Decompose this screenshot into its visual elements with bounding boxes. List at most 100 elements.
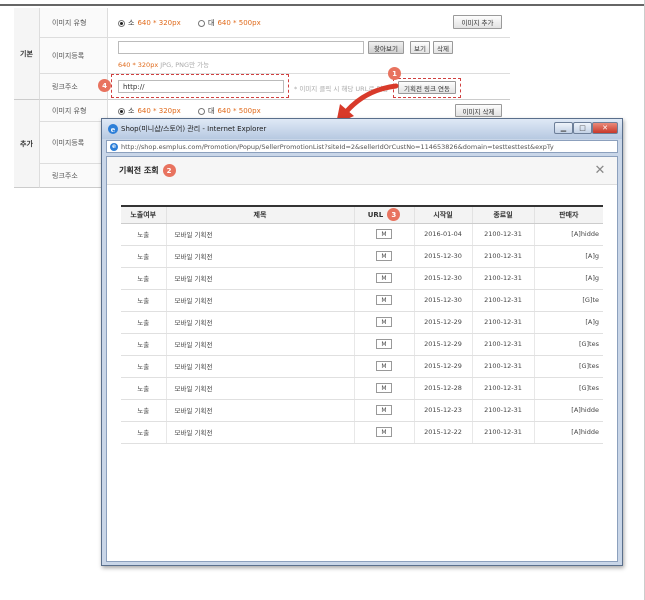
cell-status: 노출 — [121, 223, 166, 246]
col-title: 제목 — [165, 205, 354, 224]
table-row[interactable]: 노출 모바일 기획전 M 2015-12-23 2100-12-31 [A]hidde — [121, 399, 603, 422]
radio-large-prefix-2: 대 — [208, 107, 215, 115]
popup-title: 기획전 조회 — [119, 166, 159, 175]
table-row[interactable]: 노출 모바일 기획전 M 2015-12-29 2100-12-31 [G]tes — [121, 333, 603, 356]
cell-url: M — [353, 289, 414, 312]
radio-large[interactable]: 대 640 * 500px — [198, 18, 261, 28]
popup-close-button[interactable]: ✕ — [593, 162, 607, 178]
cell-end: 2100-12-31 — [471, 267, 534, 290]
link-url-input[interactable]: http:// — [118, 80, 284, 93]
label-image-type-2: 이미지 유형 — [40, 100, 108, 122]
delete-image-button[interactable]: 이미지 삭제 — [455, 104, 502, 117]
url-m-button[interactable]: M — [376, 339, 392, 349]
radio-large-size: 640 * 500px — [217, 19, 261, 27]
cell-status: 노출 — [121, 399, 166, 422]
cell-start: 2015-12-30 — [413, 245, 472, 268]
label-image-register: 이미지등록 — [40, 38, 108, 74]
maximize-button[interactable]: □ — [573, 122, 592, 134]
add-image-button[interactable]: 이미지 추가 — [453, 15, 502, 29]
cell-seller: [A]hidde — [533, 223, 603, 246]
cell-status: 노출 — [121, 333, 166, 356]
url-m-button[interactable]: M — [376, 361, 392, 371]
col-seller: 판매자 — [533, 205, 603, 224]
col-start: 시작일 — [413, 205, 472, 224]
table-row[interactable]: 노출 모바일 기획전 M 2015-12-30 2100-12-31 [G]te — [121, 289, 603, 312]
radio-large-size-2: 640 * 500px — [217, 107, 261, 115]
url-m-button[interactable]: M — [376, 317, 392, 327]
radio-small-dot-2[interactable] — [118, 107, 125, 115]
window-close-button[interactable]: ✕ — [592, 122, 618, 134]
table-row[interactable]: 노출 모바일 기획전 M 2015-12-30 2100-12-31 [A]g — [121, 267, 603, 290]
radio-small-prefix: 소 — [128, 19, 135, 27]
ie-icon: e — [108, 124, 118, 134]
size-note: 640 * 320px JPG, PNG만 가능 — [118, 59, 209, 69]
url-m-button[interactable]: M — [376, 251, 392, 261]
cell-title: 모바일 기획전 — [165, 377, 354, 400]
close-icon: ✕ — [594, 162, 606, 178]
label-link-address-2: 링크주소 — [40, 164, 108, 188]
url-m-button[interactable]: M — [376, 295, 392, 305]
url-m-button[interactable]: M — [376, 427, 392, 437]
cell-url: M — [353, 311, 414, 334]
cell-start: 2015-12-30 — [413, 289, 472, 312]
cell-end: 2100-12-31 — [471, 289, 534, 312]
cell-url: M — [353, 355, 414, 378]
page-icon: e — [110, 142, 118, 151]
badge-2: 2 — [162, 164, 176, 177]
cell-end: 2100-12-31 — [471, 355, 534, 378]
view-button[interactable]: 보기 — [410, 41, 430, 54]
url-m-button[interactable]: M — [376, 229, 392, 239]
radio-small-dot[interactable] — [118, 19, 125, 27]
maximize-icon: □ — [579, 124, 586, 132]
cell-seller: [G]tes — [533, 377, 603, 400]
cell-title: 모바일 기획전 — [165, 421, 354, 444]
col-url-wrap: URL 3 — [368, 208, 401, 222]
cell-start: 2015-12-28 — [413, 377, 472, 400]
promo-link-button[interactable]: 기획전 링크 연동 — [398, 81, 456, 94]
cell-end: 2100-12-31 — [471, 333, 534, 356]
popup-window: e Shop(미니샵/스토어) 관리 - Internet Explorer ▁… — [101, 118, 623, 566]
table-row[interactable]: 노출 모바일 기획전 M 2015-12-29 2100-12-31 [G]tes — [121, 355, 603, 378]
cell-end: 2100-12-31 — [471, 377, 534, 400]
radio-large-dot-2[interactable] — [198, 107, 205, 115]
table-row[interactable]: 노출 모바일 기획전 M 2015-12-28 2100-12-31 [G]tes — [121, 377, 603, 400]
table-row[interactable]: 노출 모바일 기획전 M 2015-12-30 2100-12-31 [A]g — [121, 245, 603, 268]
cell-url: M — [353, 333, 414, 356]
address-text: http://shop.esmplus.com/Promotion/Popup/… — [121, 142, 554, 151]
label-image-type: 이미지 유형 — [40, 8, 108, 38]
section-extra: 추가 — [14, 100, 40, 188]
table-row[interactable]: 노출 모바일 기획전 M 2015-12-29 2100-12-31 [A]g — [121, 311, 603, 334]
window-titlebar[interactable]: e Shop(미니샵/스토어) 관리 - Internet Explorer — [102, 119, 622, 139]
badge-4: 4 — [98, 79, 111, 92]
url-m-button[interactable]: M — [376, 383, 392, 393]
radio-small[interactable]: 소 640 * 320px — [118, 18, 181, 28]
image-file-input[interactable] — [118, 41, 364, 54]
cell-url: M — [353, 245, 414, 268]
cell-status: 노출 — [121, 377, 166, 400]
table-row[interactable]: 노출 모바일 기획전 M 2015-12-22 2100-12-31 [A]hidde — [121, 421, 603, 444]
cell-status: 노출 — [121, 267, 166, 290]
cell-start: 2016-01-04 — [413, 223, 472, 246]
minimize-button[interactable]: ▁ — [554, 122, 573, 134]
radio-large-2[interactable]: 대 640 * 500px — [198, 106, 261, 116]
delete-button[interactable]: 삭제 — [433, 41, 453, 54]
size-note-text: JPG, PNG만 가능 — [160, 61, 210, 69]
radio-large-dot[interactable] — [198, 19, 205, 27]
cell-end: 2100-12-31 — [471, 421, 534, 444]
url-m-button[interactable]: M — [376, 405, 392, 415]
address-bar[interactable]: e http://shop.esmplus.com/Promotion/Popu… — [106, 140, 618, 153]
radio-small-2[interactable]: 소 640 * 320px — [118, 106, 181, 116]
cell-start: 2015-12-22 — [413, 421, 472, 444]
find-file-button[interactable]: 찾아보기 — [368, 41, 404, 54]
radio-large-prefix: 대 — [208, 19, 215, 27]
cell-title: 모바일 기획전 — [165, 267, 354, 290]
section-basic: 기본 — [14, 8, 40, 100]
url-m-button[interactable]: M — [376, 273, 392, 283]
cell-seller: [A]hidde — [533, 421, 603, 444]
cell-seller: [G]te — [533, 289, 603, 312]
table-row[interactable]: 노출 모바일 기획전 M 2016-01-04 2100-12-31 [A]hidde — [121, 223, 603, 246]
window-close-icon: ✕ — [602, 124, 608, 132]
badge-3: 3 — [387, 208, 401, 222]
minimize-icon: ▁ — [560, 124, 567, 132]
cell-seller: [G]tes — [533, 355, 603, 378]
